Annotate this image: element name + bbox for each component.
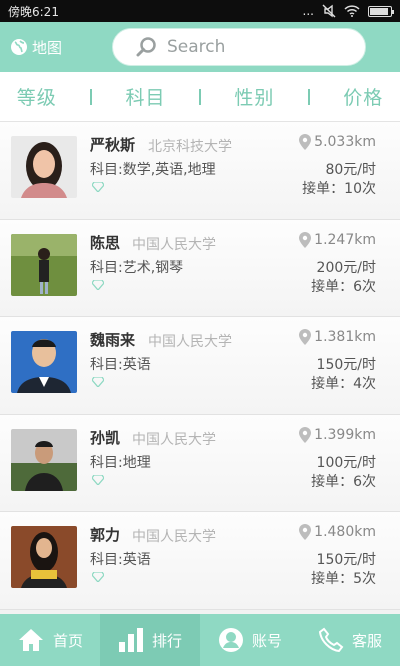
tutor-orders: 接单：4次	[311, 376, 376, 392]
tutor-price: 100元/时	[316, 454, 376, 471]
tab-rank[interactable]: 排行	[100, 614, 200, 666]
tutor-orders: 接单：10次	[302, 181, 376, 197]
diamond-icon	[92, 279, 104, 290]
divider	[198, 88, 201, 105]
tutor-name: 严秋斯	[90, 136, 136, 154]
tab-service[interactable]: 客服	[300, 614, 400, 666]
avatar	[11, 428, 77, 491]
tutor-school: 北京科技大学	[148, 139, 232, 155]
tutor-distance: 1.480km	[299, 524, 376, 540]
distance-value: 1.480km	[314, 524, 376, 540]
diamond-icon	[92, 377, 104, 387]
divider	[90, 88, 93, 105]
battery-icon	[368, 5, 394, 17]
filter-level[interactable]: 等级	[17, 83, 57, 110]
filter-price[interactable]: 价格	[343, 83, 383, 110]
divider	[307, 88, 310, 105]
home-icon	[18, 629, 43, 651]
avatar	[11, 331, 77, 393]
list-item[interactable]: 陈思 中国人民大学 科目:艺术,钢琴 1.247km 200元/时 接单：6次	[0, 219, 400, 317]
distance-value: 1.247km	[314, 231, 376, 248]
list-item[interactable]: 魏雨来 中国人民大学 科目:英语 1.381km 150元/时 接单：4次	[0, 317, 400, 415]
tutor-orders: 接单：6次	[311, 278, 376, 295]
tab-account-label: 账号	[251, 631, 282, 650]
bar-chart-icon	[118, 628, 143, 652]
tutor-name: 郭力	[90, 526, 121, 544]
avatar	[11, 526, 77, 588]
tab-home[interactable]: 首页	[0, 614, 100, 666]
tutor-price: 150元/时	[316, 357, 376, 373]
list-item[interactable]: 孙凯 中国人民大学 科目:地理 1.399km 100元/时 接单：6次	[0, 414, 400, 512]
tutor-school: 中国人民大学	[132, 236, 216, 253]
avatar	[11, 136, 77, 198]
tutor-subject: 科目:英语	[90, 552, 151, 568]
tab-home-label: 首页	[52, 631, 83, 650]
wifi-icon	[344, 5, 360, 17]
search-placeholder: Search	[167, 37, 226, 57]
diamond-icon	[92, 572, 104, 582]
list-item[interactable]: 严秋斯 北京科技大学 科目:数学,英语,地理 5.033km 80元/时 接单：…	[0, 122, 400, 220]
distance-value: 1.399km	[314, 426, 376, 443]
distance-value: 5.033km	[314, 134, 376, 150]
map-button[interactable]: 地图	[10, 37, 62, 58]
tutor-subject: 科目:数学,英语,地理	[90, 162, 216, 178]
tutor-price: 200元/时	[316, 259, 376, 276]
bottom-tab-bar: 首页 排行 账号 客服	[0, 614, 400, 666]
location-pin-icon	[299, 329, 312, 345]
diamond-icon	[92, 182, 104, 192]
tutor-distance: 1.247km	[299, 231, 376, 248]
location-pin-icon	[299, 524, 312, 540]
status-icons: ...	[302, 4, 394, 18]
filter-bar: 等级 科目 性别 价格	[0, 72, 400, 122]
diamond-icon	[92, 474, 104, 485]
tutor-distance: 1.381km	[299, 329, 376, 345]
tutor-distance: 1.399km	[299, 426, 376, 443]
filter-gender[interactable]: 性别	[234, 83, 274, 110]
tab-rank-label: 排行	[151, 631, 182, 650]
user-icon	[218, 628, 243, 652]
tutor-orders: 接单：5次	[311, 571, 376, 587]
tutor-price: 80元/时	[325, 162, 376, 178]
tab-account[interactable]: 账号	[200, 614, 300, 666]
location-pin-icon	[299, 231, 312, 248]
signal-dots: ...	[302, 4, 314, 18]
top-bar: 地图 Search	[0, 22, 400, 72]
location-pin-icon	[299, 426, 312, 443]
tutor-orders: 接单：6次	[311, 473, 376, 490]
tutor-list: 严秋斯 北京科技大学 科目:数学,英语,地理 5.033km 80元/时 接单：…	[0, 122, 400, 614]
filter-subject[interactable]: 科目	[126, 83, 166, 110]
location-pin-icon	[299, 134, 312, 150]
tutor-name: 魏雨来	[90, 331, 136, 349]
tutor-school: 中国人民大学	[132, 529, 216, 545]
tutor-school: 中国人民大学	[148, 334, 232, 350]
tab-service-label: 客服	[351, 631, 382, 650]
status-time: 傍晚6:21	[8, 4, 59, 19]
map-label: 地图	[32, 38, 63, 57]
phone-icon	[318, 627, 344, 653]
tutor-subject: 科目:英语	[90, 357, 151, 373]
list-item[interactable]: 郭力 中国人民大学 科目:英语 1.480km 150元/时 接单：5次	[0, 512, 400, 610]
tutor-school: 中国人民大学	[132, 431, 216, 448]
tutor-name: 孙凯	[90, 428, 121, 447]
mute-icon	[322, 4, 336, 18]
avatar	[11, 233, 77, 296]
search-input[interactable]: Search	[112, 28, 366, 66]
status-bar: 傍晚6:21 ...	[0, 0, 400, 22]
search-icon	[136, 37, 156, 57]
globe-icon	[11, 39, 27, 55]
tutor-price: 150元/时	[316, 552, 376, 568]
distance-value: 1.381km	[314, 329, 376, 345]
tutor-distance: 5.033km	[299, 134, 376, 150]
tutor-subject: 科目:艺术,钢琴	[90, 259, 184, 276]
tutor-name: 陈思	[90, 233, 121, 252]
tutor-subject: 科目:地理	[90, 454, 151, 471]
